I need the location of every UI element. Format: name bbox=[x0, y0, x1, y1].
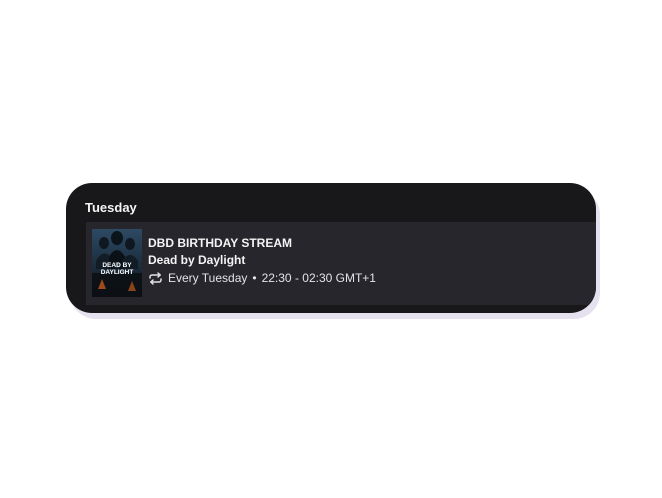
day-heading: Tuesday bbox=[85, 200, 137, 215]
game-cover-art: DEAD BY DAYLIGHT bbox=[92, 229, 142, 297]
event-title: DBD BIRTHDAY STREAM bbox=[148, 236, 293, 250]
schedule-day-card: Tuesday DEAD BY DAYLIGHT DBD BIRTHDAY ST… bbox=[66, 183, 596, 313]
separator-dot: • bbox=[252, 271, 257, 285]
game-cover-image: DEAD BY DAYLIGHT bbox=[92, 229, 142, 297]
cover-text-line-2: DAYLIGHT bbox=[101, 269, 134, 276]
event-time: 22:30 - 02:30 GMT+1 bbox=[261, 271, 376, 285]
schedule-event-row[interactable]: DEAD BY DAYLIGHT DBD BIRTHDAY STREAM Dea… bbox=[86, 222, 596, 305]
event-game-name: Dead by Daylight bbox=[148, 253, 246, 267]
recurrence-text: Every Tuesday bbox=[168, 271, 248, 285]
repeat-icon bbox=[148, 271, 163, 285]
event-recurrence-line: Every Tuesday • 22:30 - 02:30 GMT+1 bbox=[148, 271, 376, 285]
cover-text-line-1: DEAD BY bbox=[102, 262, 132, 269]
